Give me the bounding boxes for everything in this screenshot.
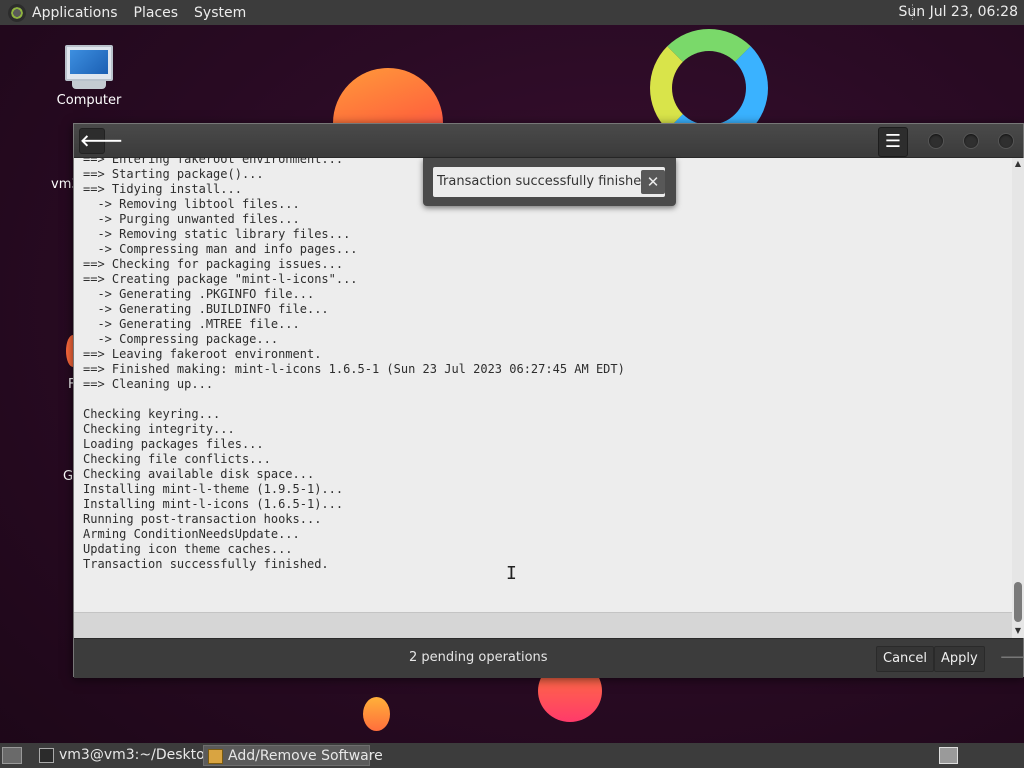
- pending-operations-label[interactable]: 2 pending operations: [409, 650, 548, 665]
- desktop-computer[interactable]: Computer: [50, 45, 128, 108]
- log-scrollbar[interactable]: ▲ ▼: [1012, 158, 1024, 638]
- transaction-log-text: ==> Entering fakeroot environment... ==>…: [83, 158, 625, 571]
- next-arrow-icon[interactable]: 🡒: [999, 647, 1024, 668]
- menu-system[interactable]: System: [194, 5, 246, 21]
- status-strip: [74, 612, 1012, 638]
- workspace-switcher[interactable]: [939, 747, 958, 764]
- terminal-icon: [39, 748, 54, 763]
- text-cursor-icon: I: [506, 563, 517, 584]
- menu-applications[interactable]: Applications: [32, 5, 118, 21]
- taskbar-item-label: Add/Remove Software: [228, 748, 383, 764]
- minimize-button[interactable]: [928, 133, 944, 149]
- window-footer: 2 pending operations Cancel Apply 🡒: [74, 638, 1024, 678]
- clock[interactable]: Sun Jul 23, 06:28: [899, 4, 1019, 20]
- toast-message: Transaction successfully finished: [437, 174, 650, 189]
- toast-close-icon[interactable]: ✕: [641, 170, 665, 194]
- toast-body: Transaction successfully finished ✕: [433, 167, 665, 197]
- apply-button[interactable]: Apply: [934, 646, 985, 672]
- scroll-thumb[interactable]: [1014, 582, 1022, 622]
- menu-places[interactable]: Places: [134, 5, 179, 21]
- taskbar-item-terminal[interactable]: vm3@vm3:~/Desktop: [35, 745, 214, 766]
- taskbar-item-label: vm3@vm3:~/Desktop: [59, 747, 214, 763]
- add-remove-software-window: 🡐 ☰ ==> Entering fakeroot environment...…: [73, 123, 1024, 678]
- scroll-down-arrow-icon[interactable]: ▼: [1012, 626, 1024, 636]
- scroll-up-arrow-icon[interactable]: ▲: [1012, 159, 1024, 169]
- computer-icon-base: [72, 81, 106, 89]
- hamburger-menu-button[interactable]: ☰: [878, 127, 908, 157]
- maximize-button[interactable]: [963, 133, 979, 149]
- package-icon: [208, 749, 223, 764]
- back-button[interactable]: 🡐: [79, 128, 123, 154]
- taskbar-item-add-remove-software[interactable]: Add/Remove Software: [203, 745, 383, 766]
- top-panel: Applications Places System Sun Jul 23, 0…: [0, 0, 1024, 25]
- bottom-taskbar: vm3@vm3:~/Desktop Add/Remove Software: [0, 743, 1024, 768]
- show-desktop-icon[interactable]: [2, 747, 22, 764]
- wallpaper-small-blob: [363, 697, 390, 731]
- transaction-log[interactable]: ==> Entering fakeroot environment... ==>…: [74, 158, 1012, 612]
- desktop-computer-label: Computer: [56, 93, 122, 108]
- cancel-button[interactable]: Cancel: [876, 646, 935, 672]
- close-button[interactable]: [998, 133, 1014, 149]
- transaction-toast: Transaction successfully finished ✕: [423, 158, 676, 206]
- window-headerbar: 🡐 ☰: [74, 124, 1023, 158]
- desktop-partial-label-g[interactable]: G: [63, 469, 73, 484]
- mint-logo-icon[interactable]: [8, 3, 26, 22]
- computer-icon: [65, 45, 113, 81]
